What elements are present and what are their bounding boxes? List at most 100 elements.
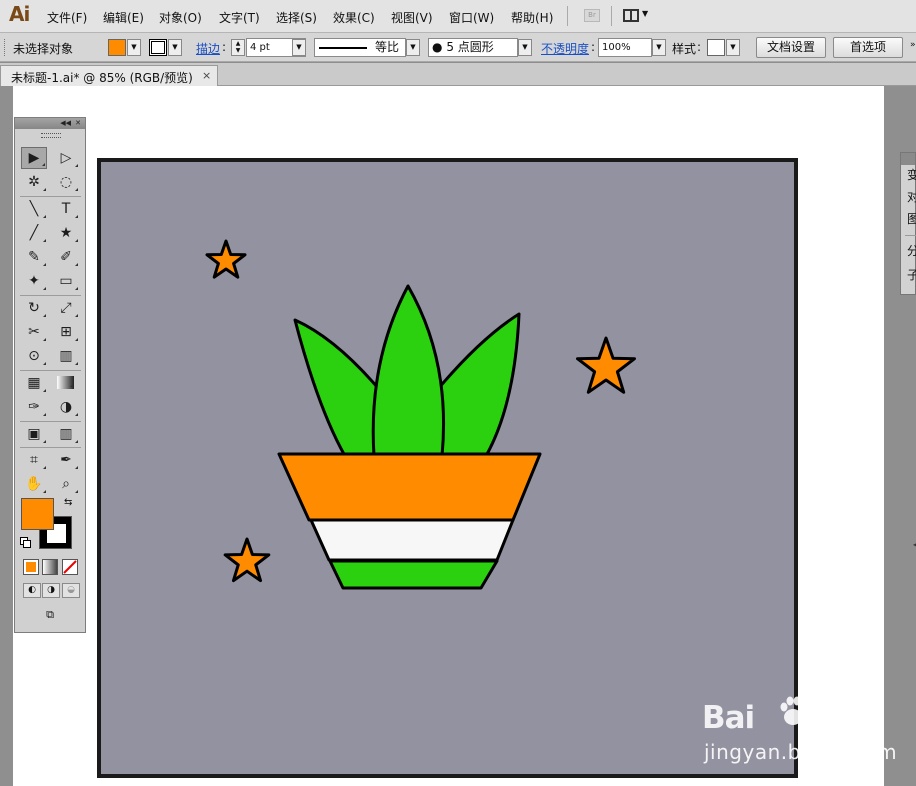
tools-divider bbox=[20, 196, 81, 197]
none-slash-icon bbox=[63, 560, 77, 574]
eraser-tool-icon[interactable]: ▭ bbox=[53, 270, 79, 292]
app-logo: Ai bbox=[9, 2, 30, 26]
draw-normal-icon[interactable]: ◐ bbox=[23, 583, 41, 598]
tools-panel-header[interactable]: ◀◀ ✕ bbox=[15, 118, 85, 129]
gradient-mode-button[interactable] bbox=[42, 559, 58, 575]
stroke-color-swatch[interactable] bbox=[149, 39, 167, 56]
hand-tool-icon[interactable]: ✋ bbox=[21, 473, 47, 495]
panel-tab-label[interactable]: 变 bbox=[907, 166, 916, 183]
menu-type[interactable]: 文字(T) bbox=[219, 9, 260, 26]
symbol-sprayer-tool-icon[interactable]: ▣ bbox=[21, 423, 47, 445]
menu-divider bbox=[567, 6, 568, 26]
artboard[interactable] bbox=[13, 86, 884, 786]
artboard-tool-icon[interactable]: ⌗ bbox=[21, 449, 47, 471]
direct-selection-tool-icon[interactable]: ▷ bbox=[53, 147, 79, 169]
control-bar-grip[interactable] bbox=[4, 39, 7, 56]
pencil-tool-icon[interactable]: ✐ bbox=[53, 246, 79, 268]
menu-view[interactable]: 视图(V) bbox=[391, 9, 433, 26]
width-tool-icon[interactable]: ✂ bbox=[21, 321, 47, 343]
pen-tool-icon[interactable]: ╲ bbox=[21, 198, 47, 220]
stroke-weight-chevron-icon[interactable]: ▼ bbox=[292, 39, 306, 56]
document-tab[interactable]: 未标题-1.ai* @ 85% (RGB/预览) × bbox=[0, 65, 218, 86]
workspace-switcher-icon[interactable] bbox=[623, 9, 639, 22]
menu-edit[interactable]: 编辑(E) bbox=[103, 9, 144, 26]
menu-select[interactable]: 选择(S) bbox=[276, 9, 317, 26]
opacity-link[interactable]: 不透明度 bbox=[541, 40, 589, 57]
free-transform-tool-icon[interactable]: ⊞ bbox=[53, 321, 79, 343]
brush-dropdown[interactable]: ● 5 点圆形 bbox=[428, 38, 518, 57]
blend-tool-icon[interactable]: ◑ bbox=[53, 396, 79, 418]
perspective-grid-tool-icon[interactable]: ▥ bbox=[53, 345, 79, 367]
slice-tool-icon[interactable]: ✒ bbox=[53, 449, 79, 471]
panel-tab-label[interactable]: 分 bbox=[907, 242, 916, 259]
watermark-url: jingyan.baidu.com bbox=[704, 740, 898, 764]
stroke-spinner-icon[interactable]: ▲ ▼ bbox=[231, 39, 245, 56]
pot-top-band[interactable] bbox=[277, 452, 542, 522]
zoom-tool-icon[interactable]: ⌕ bbox=[53, 473, 79, 495]
color-mode-button[interactable] bbox=[23, 559, 39, 575]
selection-status: 未选择对象 bbox=[13, 42, 74, 56]
chevron-down-icon[interactable]: ▼ bbox=[642, 9, 648, 18]
opacity-field[interactable]: 100% bbox=[598, 38, 652, 57]
close-icon[interactable]: × bbox=[202, 69, 211, 82]
bridge-button[interactable]: Br bbox=[584, 9, 600, 22]
rotate-tool-icon[interactable]: ↻ bbox=[21, 297, 47, 319]
baidu-jingyan-watermark: Bai 经验 jingyan.baidu.com bbox=[700, 688, 900, 768]
opacity-chevron-icon[interactable]: ▼ bbox=[652, 39, 666, 56]
panel-tab-label[interactable]: 子 bbox=[907, 266, 916, 283]
fill-color-swatch[interactable] bbox=[108, 39, 126, 56]
menu-effect[interactable]: 效果(C) bbox=[333, 9, 375, 26]
mesh-tool-icon[interactable]: ▦ bbox=[21, 372, 47, 394]
style-colon: : bbox=[697, 40, 702, 54]
control-bar: 未选择对象 ▼ ▼ 描边 : ▲ ▼ 4 pt ▼ 等比 ▼ ● 5 点圆形 ▼ … bbox=[0, 33, 916, 62]
default-fill-stroke-icon[interactable] bbox=[20, 537, 31, 548]
menu-file[interactable]: 文件(F) bbox=[47, 9, 87, 26]
style-chevron-icon[interactable]: ▼ bbox=[726, 39, 740, 56]
document-setup-button[interactable]: 文档设置 bbox=[756, 37, 826, 58]
watermark-brand: Bai bbox=[702, 700, 755, 736]
line-segment-tool-icon[interactable]: ╱ bbox=[21, 222, 47, 244]
lasso-tool-icon[interactable]: ◌ bbox=[53, 171, 79, 193]
pot-bottom-band[interactable] bbox=[328, 559, 499, 590]
type-tool-icon[interactable]: T bbox=[53, 198, 79, 220]
panel-tab-label[interactable]: 对 bbox=[907, 188, 916, 205]
magic-wand-tool-icon[interactable]: ✲ bbox=[21, 171, 47, 193]
fill-dropdown-chevron-icon[interactable]: ▼ bbox=[127, 39, 141, 56]
style-swatch[interactable] bbox=[707, 39, 725, 56]
collapse-icon[interactable]: ◀◀ bbox=[60, 118, 71, 129]
draw-behind-icon[interactable]: ◑ bbox=[42, 583, 60, 598]
brush-chevron-icon[interactable]: ▼ bbox=[518, 39, 532, 56]
paintbrush-tool-icon[interactable]: ✎ bbox=[21, 246, 47, 268]
draw-inside-icon[interactable]: ◒ bbox=[62, 583, 80, 598]
swap-fill-stroke-icon[interactable]: ⇆ bbox=[64, 497, 72, 508]
tools-divider bbox=[20, 370, 81, 371]
screen-mode-icon[interactable]: ⧉ bbox=[39, 608, 61, 624]
stroke-link[interactable]: 描边 bbox=[196, 40, 220, 57]
panel-tab-label[interactable]: 图 bbox=[907, 210, 916, 227]
preferences-button[interactable]: 首选项 bbox=[833, 37, 903, 58]
right-panel-dock[interactable]: 变 对 图 分 子 bbox=[900, 152, 916, 295]
selection-tool-icon[interactable]: ▶ bbox=[21, 147, 47, 169]
menu-help[interactable]: 帮助(H) bbox=[511, 9, 553, 26]
tools-panel-grip[interactable] bbox=[15, 133, 85, 138]
gradient-tool-icon[interactable] bbox=[57, 376, 74, 389]
blob-brush-tool-icon[interactable]: ✦ bbox=[21, 270, 47, 292]
column-graph-tool-icon[interactable]: ▥ bbox=[53, 423, 79, 445]
shape-builder-tool-icon[interactable]: ⊙ bbox=[21, 345, 47, 367]
stroke-profile-dropdown[interactable]: 等比 bbox=[314, 38, 406, 57]
artwork-canvas[interactable] bbox=[13, 86, 884, 786]
scale-tool-icon[interactable]: ⤢ bbox=[53, 297, 79, 319]
stroke-dropdown-chevron-icon[interactable]: ▼ bbox=[168, 39, 182, 56]
pot-middle-band[interactable] bbox=[309, 518, 515, 562]
right-panel-header[interactable] bbox=[901, 153, 915, 165]
close-icon[interactable]: ✕ bbox=[75, 118, 81, 129]
tools-panel: ◀◀ ✕ ▶ ▷ ✲ ◌ ╲ T ╱ ★ ✎ ✐ ✦ ▭ ↻ ⤢ ✂ ⊞ ⊙ ▥… bbox=[14, 117, 86, 633]
eyedropper-tool-icon[interactable]: ✑ bbox=[21, 396, 47, 418]
none-mode-button[interactable] bbox=[62, 559, 78, 575]
star-tool-icon[interactable]: ★ bbox=[53, 222, 79, 244]
control-bar-overflow-icon[interactable]: » bbox=[910, 40, 916, 50]
menu-object[interactable]: 对象(O) bbox=[159, 9, 202, 26]
fill-color-box[interactable] bbox=[21, 498, 54, 530]
stroke-profile-chevron-icon[interactable]: ▼ bbox=[406, 39, 420, 56]
menu-window[interactable]: 窗口(W) bbox=[449, 9, 494, 26]
